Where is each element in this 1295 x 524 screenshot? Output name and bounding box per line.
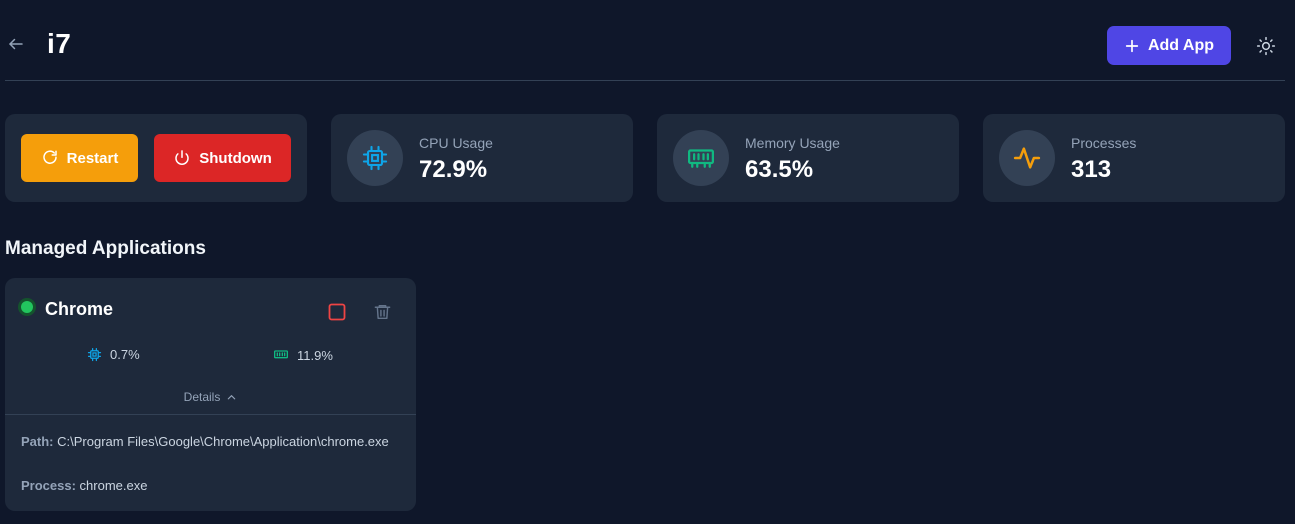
header: i7 Add App — [0, 0, 1295, 81]
arrow-left-icon — [9, 38, 23, 50]
process-key: Process: — [21, 478, 76, 493]
shutdown-label: Shutdown — [199, 149, 272, 167]
chevron-up-icon — [228, 394, 236, 399]
stop-app-button[interactable] — [327, 302, 347, 322]
plus-icon — [1125, 39, 1139, 52]
memory-usage-card: Memory Usage 63.5% — [657, 114, 959, 202]
memory-icon — [274, 350, 288, 359]
sun-icon — [1256, 36, 1276, 56]
section-title: Managed Applications — [5, 238, 206, 259]
process-value: chrome.exe — [79, 478, 148, 493]
details-divider — [5, 414, 416, 415]
processes-card: Processes 313 — [983, 114, 1285, 202]
cpu-icon — [87, 347, 102, 362]
app-memory-value: 11.9% — [297, 347, 333, 363]
path-value: C:\Program Files\Google\Chrome\Applicati… — [57, 434, 389, 449]
app-card: Chrome 0.7% 11.9% Details Path: C:\Progr… — [5, 278, 416, 511]
page-title: i7 — [47, 28, 72, 59]
app-cpu-value: 0.7% — [110, 347, 140, 362]
status-indicator — [18, 298, 36, 316]
refresh-icon — [42, 150, 57, 164]
processes-label: Processes — [1071, 135, 1137, 151]
details-toggle[interactable]: Details — [5, 390, 416, 404]
memory-usage-label: Memory Usage — [745, 135, 840, 151]
cpu-icon — [362, 145, 388, 171]
app-path: Path: C:\Program Files\Google\Chrome\App… — [21, 431, 406, 452]
cpu-usage-card: CPU Usage 72.9% — [331, 114, 633, 202]
activity-icon — [1013, 147, 1041, 169]
add-app-label: Add App — [1147, 36, 1215, 54]
memory-icon — [688, 149, 714, 168]
delete-app-button[interactable] — [372, 301, 392, 323]
cpu-usage-value: 72.9% — [419, 156, 488, 183]
app-cpu-metric: 0.7% — [87, 347, 140, 362]
trash-icon — [374, 304, 390, 320]
details-label: Details — [183, 390, 221, 404]
theme-toggle-button[interactable] — [1255, 35, 1277, 57]
power-actions-card: Restart Shutdown — [5, 114, 307, 202]
restart-label: Restart — [66, 149, 119, 167]
processes-value: 313 — [1071, 156, 1112, 183]
path-key: Path: — [21, 434, 54, 449]
memory-icon-badge — [673, 130, 729, 186]
memory-usage-value: 63.5% — [745, 156, 814, 183]
restart-button[interactable]: Restart — [21, 134, 138, 182]
app-name: Chrome — [45, 299, 114, 319]
back-button[interactable] — [6, 34, 26, 54]
app-memory-metric: 11.9% — [273, 347, 333, 363]
activity-icon-badge — [999, 130, 1055, 186]
app-root: i7 Add App Restart Shutdown CPU Usage 72… — [0, 0, 1295, 524]
power-icon — [175, 150, 189, 165]
app-process: Process: chrome.exe — [21, 475, 406, 496]
cpu-icon-badge — [347, 130, 403, 186]
shutdown-button[interactable]: Shutdown — [154, 134, 291, 182]
cpu-usage-label: CPU Usage — [419, 135, 493, 151]
header-divider — [5, 80, 1285, 81]
stop-square-icon — [328, 303, 346, 321]
add-app-button[interactable]: Add App — [1107, 26, 1231, 65]
